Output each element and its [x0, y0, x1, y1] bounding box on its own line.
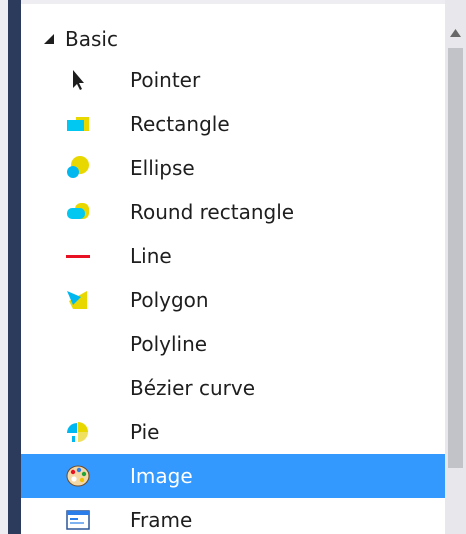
- scroll-up-arrow-icon[interactable]: [449, 28, 462, 38]
- toolbox-item-label: Bézier curve: [130, 376, 255, 400]
- toolbox-item-label: Ellipse: [130, 156, 195, 180]
- frame-icon: [66, 510, 90, 530]
- group-header-label: Basic: [65, 27, 118, 51]
- ellipse-icon: [67, 156, 89, 178]
- palette-icon: [66, 465, 90, 487]
- toolbox-item-line[interactable]: Line: [21, 234, 445, 278]
- toolbox-item-pie[interactable]: Pie: [21, 410, 445, 454]
- toolbox-item-label: Round rectangle: [130, 200, 295, 224]
- toolbox-item-label: Line: [130, 244, 172, 268]
- toolbox-item-ellipse[interactable]: Ellipse: [21, 146, 445, 190]
- vertical-scrollbar[interactable]: [445, 0, 466, 534]
- pointer-icon: [73, 70, 84, 90]
- toolbox-item-pointer[interactable]: Pointer: [21, 58, 445, 102]
- toolbox-item-polygon[interactable]: Polygon: [21, 278, 445, 322]
- toolbox-item-label: Polygon: [130, 288, 209, 312]
- left-edge-strip: [0, 0, 8, 534]
- window-side-bar: [8, 0, 21, 534]
- toolbox-top-border: [21, 0, 445, 4]
- toolbox-item-label: Rectangle: [130, 112, 230, 136]
- toolbox-item-label: Polyline: [130, 332, 208, 356]
- round-rectangle-icon: [67, 203, 89, 219]
- polygon-icon: [67, 291, 87, 309]
- rectangle-icon: [67, 117, 89, 131]
- scroll-thumb[interactable]: [448, 48, 463, 468]
- toolbox-item-rectangle[interactable]: Rectangle: [21, 102, 445, 146]
- group-header-basic[interactable]: Basic: [21, 20, 445, 58]
- toolbox-item-round-rectangle[interactable]: Round rectangle: [21, 190, 445, 234]
- toolbox-item-image[interactable]: Image: [21, 454, 445, 498]
- toolbox-item-frame[interactable]: Frame: [21, 498, 445, 534]
- line-icon: [66, 255, 90, 258]
- toolbox-item-label: Pie: [130, 420, 160, 444]
- pie-icon: [67, 422, 88, 442]
- toolbox-item-bezier-curve[interactable]: Bézier curve: [21, 366, 445, 410]
- toolbox-item-label: Frame: [130, 508, 193, 532]
- toolbox-item-label: Image: [130, 464, 193, 488]
- toolbox-item-label: Pointer: [130, 68, 201, 92]
- toolbox-panel: Basic Pointer Rectangle Ellipse Round re…: [21, 0, 445, 534]
- triangle-expanded-icon[interactable]: [43, 33, 55, 45]
- toolbox-item-polyline[interactable]: Polyline: [21, 322, 445, 366]
